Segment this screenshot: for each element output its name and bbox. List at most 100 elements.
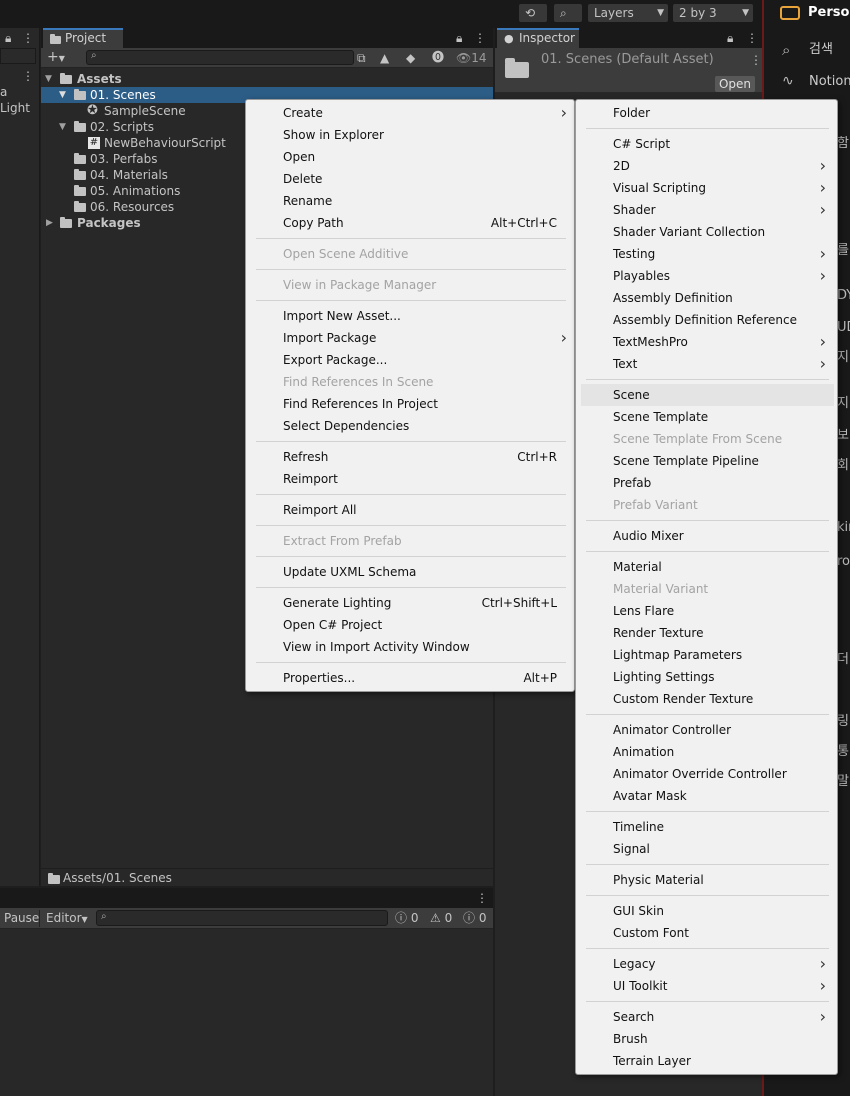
menu-item-custom-render-texture[interactable]: Custom Render Texture — [581, 688, 834, 710]
menu-item-reimport-all[interactable]: Reimport All — [251, 499, 571, 521]
menu-item-find-references-in-project[interactable]: Find References In Project — [251, 393, 571, 415]
menu-item-testing[interactable]: Testing › — [581, 243, 834, 265]
pause-button[interactable]: Pause — [0, 910, 40, 927]
warning-filter-icon[interactable]: ⓿ — [432, 49, 444, 65]
menu-item-select-dependencies[interactable]: Select Dependencies — [251, 415, 571, 437]
menu-item-open-c-project[interactable]: Open C# Project — [251, 614, 571, 636]
menu-item-textmeshpro[interactable]: TextMeshPro › — [581, 331, 834, 353]
filter-icon[interactable]: ▲ — [380, 50, 389, 66]
more-icon[interactable]: ⋮ — [22, 30, 34, 46]
layout-dropdown[interactable]: 2 by 3 ▼ — [673, 4, 753, 22]
menu-item-lightmap-parameters[interactable]: Lightmap Parameters — [581, 644, 834, 666]
menu-item-material-variant[interactable]: Material Variant — [581, 578, 834, 600]
menu-item-assembly-definition[interactable]: Assembly Definition — [581, 287, 834, 309]
more-icon[interactable]: ⋮ — [746, 30, 758, 46]
open-button[interactable]: Open — [715, 76, 755, 92]
menu-item-lens-flare[interactable]: Lens Flare — [581, 600, 834, 622]
menu-item-import-package[interactable]: Import Package › — [251, 327, 571, 349]
hierarchy-item[interactable]: Light — [0, 100, 30, 116]
menu-item-prefab-variant[interactable]: Prefab Variant — [581, 494, 834, 516]
menu-item-playables[interactable]: Playables › — [581, 265, 834, 287]
warning-count-toggle[interactable]: ⚠ 0 — [430, 910, 452, 926]
menu-item-prefab[interactable]: Prefab — [581, 472, 834, 494]
menu-item-scene-template-pipeline[interactable]: Scene Template Pipeline — [581, 450, 834, 472]
lock-icon[interactable]: 🔒︎ — [5, 30, 11, 46]
menu-item-create[interactable]: Create › — [251, 102, 571, 124]
menu-item-reimport[interactable]: Reimport — [251, 468, 571, 490]
menu-item-search[interactable]: Search › — [581, 1006, 834, 1028]
menu-item-timeline[interactable]: Timeline — [581, 816, 834, 838]
more-icon[interactable]: ⋮ — [476, 890, 488, 906]
menu-item-signal[interactable]: Signal — [581, 838, 834, 860]
menu-item-rename[interactable]: Rename — [251, 190, 571, 212]
more-icon[interactable]: ⋮ — [474, 30, 486, 46]
menu-item-folder[interactable]: Folder — [581, 102, 834, 124]
menu-item-open[interactable]: Open — [251, 146, 571, 168]
menu-item-material[interactable]: Material — [581, 556, 834, 578]
menu-item-delete[interactable]: Delete — [251, 168, 571, 190]
menu-item-render-texture[interactable]: Render Texture — [581, 622, 834, 644]
more-icon[interactable]: ⋮ — [22, 68, 34, 84]
menu-item-extract-from-prefab[interactable]: Extract From Prefab — [251, 530, 571, 552]
more-icon[interactable]: ⋮ — [750, 52, 762, 68]
error-count-toggle[interactable]: ⓘ 0 — [463, 910, 486, 926]
menu-item-shader[interactable]: Shader › — [581, 199, 834, 221]
sidebar-search[interactable]: 검색 — [809, 42, 833, 58]
profile-label[interactable]: Person — [808, 5, 850, 21]
menu-item-update-uxml-schema[interactable]: Update UXML Schema — [251, 561, 571, 583]
menu-item-physic-material[interactable]: Physic Material — [581, 869, 834, 891]
menu-item-text[interactable]: Text › — [581, 353, 834, 375]
sidebar-notion[interactable]: Notion — [809, 74, 850, 90]
menu-item-view-in-import-activity-window[interactable]: View in Import Activity Window — [251, 636, 571, 658]
menu-item-c-script[interactable]: C# Script — [581, 133, 834, 155]
menu-item-scene[interactable]: Scene — [581, 384, 834, 406]
menu-item-2d[interactable]: 2D › — [581, 155, 834, 177]
menu-item-animator-override-controller[interactable]: Animator Override Controller — [581, 763, 834, 785]
menu-item-lighting-settings[interactable]: Lighting Settings — [581, 666, 834, 688]
hierarchy-item[interactable]: a — [0, 84, 7, 100]
expand-arrow-icon[interactable]: ▼ — [45, 71, 52, 87]
menu-item-legacy[interactable]: Legacy › — [581, 953, 834, 975]
hidden-packages-toggle[interactable]: 👁︎14 — [456, 50, 487, 66]
console-search-input[interactable]: ⌕ — [96, 910, 388, 926]
search-button[interactable]: ⌕ — [554, 4, 582, 22]
tab-project[interactable]: Project — [43, 28, 123, 48]
menu-item-refresh[interactable]: Refresh Ctrl+R — [251, 446, 571, 468]
history-button[interactable]: ⟲ — [519, 4, 547, 22]
expand-arrow-icon[interactable]: ▼ — [59, 119, 66, 135]
menu-item-shader-variant-collection[interactable]: Shader Variant Collection — [581, 221, 834, 243]
menu-item-visual-scripting[interactable]: Visual Scripting › — [581, 177, 834, 199]
menu-item-open-scene-additive[interactable]: Open Scene Additive — [251, 243, 571, 265]
menu-item-avatar-mask[interactable]: Avatar Mask — [581, 785, 834, 807]
menu-item-custom-font[interactable]: Custom Font — [581, 922, 834, 944]
menu-item-ui-toolkit[interactable]: UI Toolkit › — [581, 975, 834, 997]
expand-arrow-icon[interactable]: ▼ — [59, 87, 66, 103]
info-count-toggle[interactable]: ⓘ 0 — [395, 910, 418, 926]
search-input[interactable]: ⌕ — [86, 50, 354, 65]
menu-item-gui-skin[interactable]: GUI Skin — [581, 900, 834, 922]
menu-item-scene-template-from-scene[interactable]: Scene Template From Scene — [581, 428, 834, 450]
add-asset-button[interactable]: +▼ — [47, 49, 75, 66]
menu-item-find-references-in-scene[interactable]: Find References In Scene — [251, 371, 571, 393]
layers-dropdown[interactable]: Layers ▼ — [588, 4, 668, 22]
menu-item-scene-template[interactable]: Scene Template — [581, 406, 834, 428]
menu-item-properties[interactable]: Properties... Alt+P — [251, 667, 571, 689]
menu-item-brush[interactable]: Brush — [581, 1028, 834, 1050]
menu-item-import-new-asset[interactable]: Import New Asset... — [251, 305, 571, 327]
menu-item-assembly-definition-reference[interactable]: Assembly Definition Reference — [581, 309, 834, 331]
lock-icon[interactable]: 🔒︎ — [727, 30, 733, 46]
collapse-arrow-icon[interactable]: ▶ — [46, 215, 53, 231]
lock-icon[interactable]: 🔒︎ — [456, 30, 462, 46]
menu-item-generate-lighting[interactable]: Generate Lighting Ctrl+Shift+L — [251, 592, 571, 614]
menu-item-copy-path[interactable]: Copy Path Alt+Ctrl+C — [251, 212, 571, 234]
menu-item-terrain-layer[interactable]: Terrain Layer — [581, 1050, 834, 1072]
menu-item-animator-controller[interactable]: Animator Controller — [581, 719, 834, 741]
editor-dropdown[interactable]: Editor▼ — [42, 910, 92, 927]
label-icon[interactable]: ◆ — [406, 50, 415, 66]
menu-item-audio-mixer[interactable]: Audio Mixer — [581, 525, 834, 547]
tree-item-assets[interactable]: ▼ Assets — [41, 71, 493, 87]
tab-inspector[interactable]: ● Inspector — [497, 28, 579, 48]
search-by-type-icon[interactable]: ⧉ — [357, 50, 366, 66]
hierarchy-search[interactable] — [0, 48, 36, 64]
menu-item-show-in-explorer[interactable]: Show in Explorer — [251, 124, 571, 146]
